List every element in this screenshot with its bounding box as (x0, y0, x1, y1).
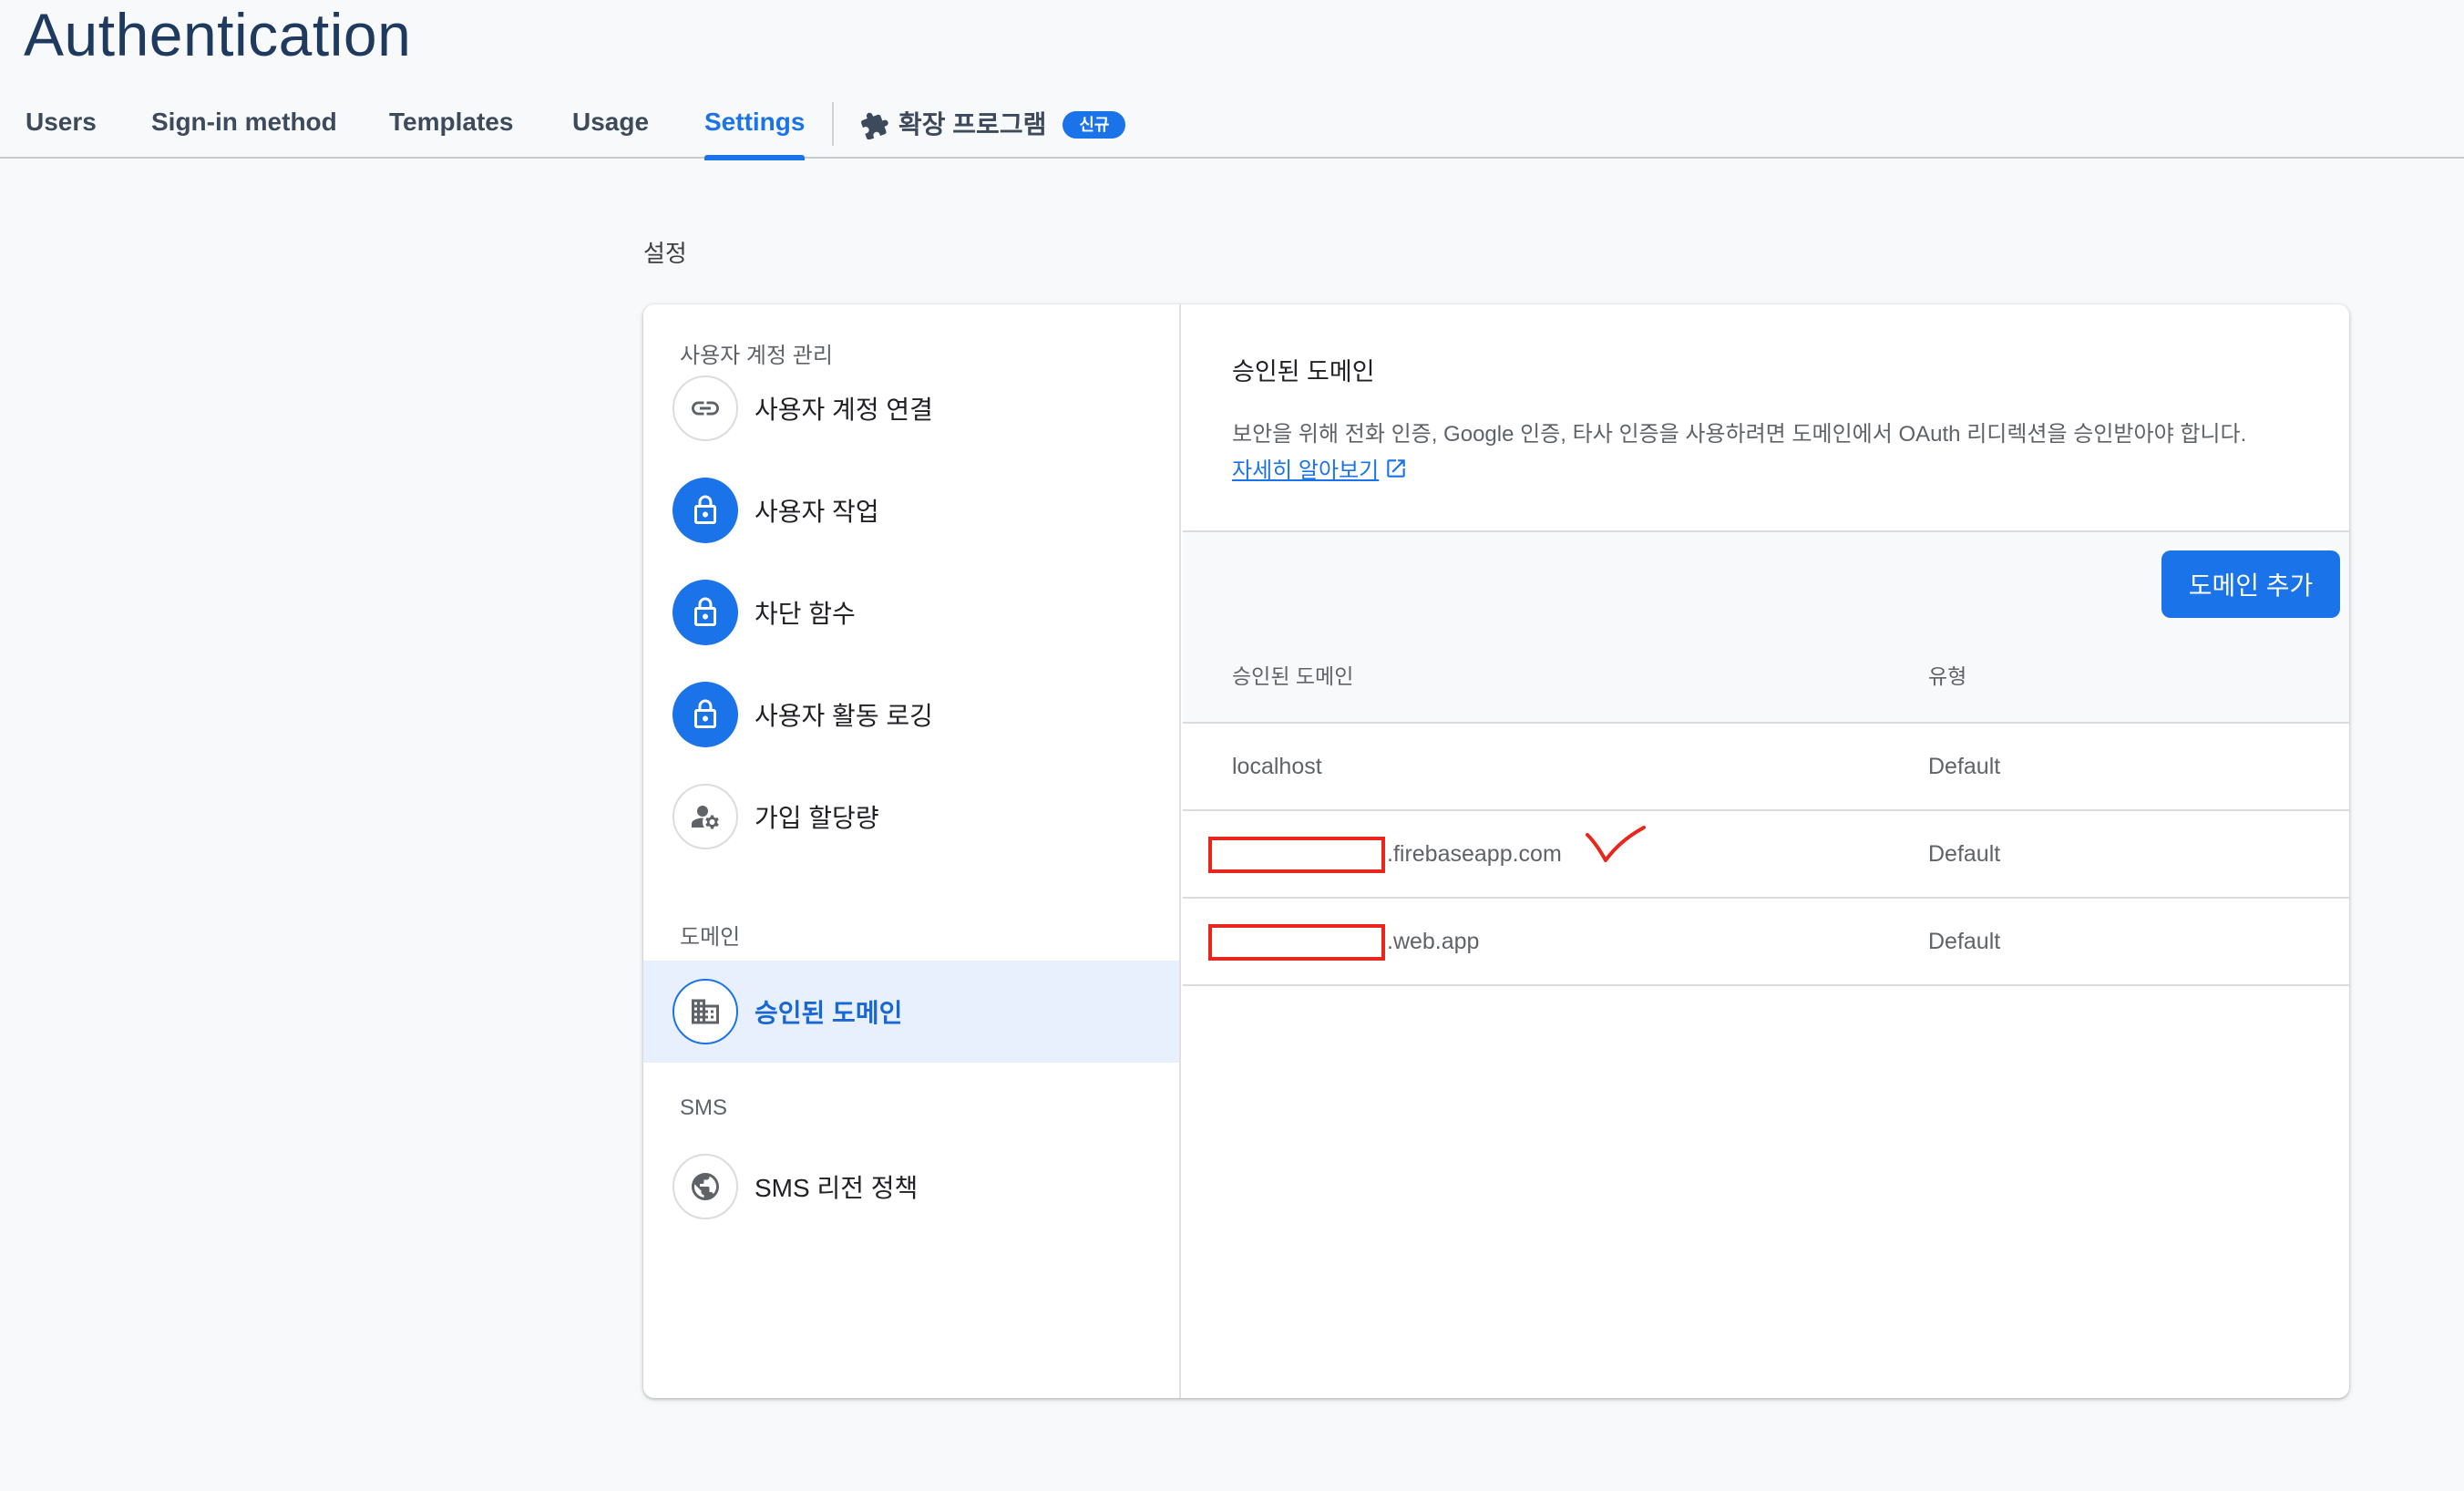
sidebar-item-sms-region-policy[interactable]: SMS 리전 정책 (643, 1136, 1179, 1238)
type-cell: Default (1928, 841, 2001, 867)
lock-icon (694, 699, 716, 728)
table-header (1183, 647, 2349, 724)
domain-cell: .firebaseapp.com (1208, 811, 1562, 897)
sidebar-item-label: 승인된 도메인 (755, 999, 903, 1027)
sidebar-item-label: 사용자 계정 연결 (755, 396, 933, 424)
group-label-domain: 도메인 (680, 925, 741, 950)
lock-icon (694, 495, 716, 524)
tab-sign-in-method[interactable]: Sign-in method (151, 91, 337, 159)
column-header-type: 유형 (1928, 664, 1967, 688)
domain-cell: localhost (1232, 754, 1322, 779)
tab-bar: Users Sign-in method Templates Usage Set… (0, 91, 2464, 160)
tab-usage[interactable]: Usage (572, 91, 649, 159)
type-cell: Default (1928, 754, 2001, 779)
sidebar-item-label: 사용자 작업 (755, 498, 879, 526)
sidebar-item-blocking-functions[interactable]: 차단 함수 (643, 561, 1179, 663)
sidebar-item-label: SMS 리전 정책 (755, 1174, 919, 1202)
tab-templates[interactable]: Templates (389, 91, 513, 159)
settings-sidebar: 사용자 계정 관리 사용자 계정 연결 사용자 작업 차단 함수 사용자 활동 … (643, 304, 1181, 1398)
sidebar-item-sign-up-quota[interactable]: 가입 할당량 (643, 766, 1179, 868)
tab-extensions[interactable]: 확장 프로그램 신규 (860, 91, 1126, 159)
open-in-new-icon (1387, 458, 1405, 478)
tab-users[interactable]: Users (26, 91, 97, 159)
domain-text: .web.app (1387, 929, 1480, 954)
section-heading: 설정 (643, 240, 687, 267)
globe-icon (692, 1173, 719, 1200)
sidebar-item-label: 가입 할당량 (755, 804, 879, 832)
sidebar-item-account-linking[interactable]: 사용자 계정 연결 (643, 357, 1179, 459)
column-header-domain: 승인된 도메인 (1232, 664, 1354, 688)
table-row[interactable]: .web.app Default (1183, 899, 2349, 986)
tab-settings[interactable]: Settings (704, 91, 806, 160)
new-badge: 신규 (1063, 111, 1126, 139)
sidebar-item-user-activity-logging[interactable]: 사용자 활동 로깅 (643, 663, 1179, 766)
sidebar-item-label: 차단 함수 (755, 600, 856, 628)
settings-card: 사용자 계정 관리 사용자 계정 연결 사용자 작업 차단 함수 사용자 활동 … (643, 304, 2349, 1398)
tab-extensions-label: 확장 프로그램 (898, 110, 1047, 139)
learn-more-label: 자세히 알아보기 (1232, 458, 1380, 483)
redaction-box (1208, 924, 1385, 961)
table-row[interactable]: localhost Default (1183, 724, 2349, 811)
panel-description: 보안을 위해 전화 인증, Google 인증, 타사 인증을 사용하려면 도메… (1232, 422, 2247, 447)
table-row[interactable]: .firebaseapp.com Default (1183, 811, 2349, 899)
page-title: Authentication (24, 1, 412, 68)
puzzle-icon (861, 112, 888, 139)
type-cell: Default (1928, 929, 2001, 954)
redaction-box (1208, 837, 1385, 874)
sidebar-item-user-actions[interactable]: 사용자 작업 (643, 459, 1179, 561)
building-icon (692, 999, 719, 1024)
checkmark-annotation-icon (1586, 826, 1646, 862)
group-label-sms: SMS (680, 1095, 728, 1120)
manage-account-icon (692, 806, 719, 829)
link-icon (692, 401, 719, 416)
authorized-domains-panel: 승인된 도메인 보안을 위해 전화 인증, Google 인증, 타사 인증을 … (1183, 304, 2349, 1398)
sidebar-item-authorized-domains[interactable]: 승인된 도메인 (643, 961, 1179, 1063)
tab-separator (832, 102, 834, 146)
domain-text: .firebaseapp.com (1387, 841, 1562, 867)
add-domain-button[interactable]: 도메인 추가 (2161, 550, 2340, 618)
sidebar-item-label: 사용자 활동 로깅 (755, 702, 933, 730)
panel-title: 승인된 도메인 (1232, 358, 1375, 386)
learn-more-link[interactable]: 자세히 알아보기 (1232, 452, 1408, 484)
domain-cell: .web.app (1208, 899, 1479, 984)
lock-icon (694, 597, 716, 626)
